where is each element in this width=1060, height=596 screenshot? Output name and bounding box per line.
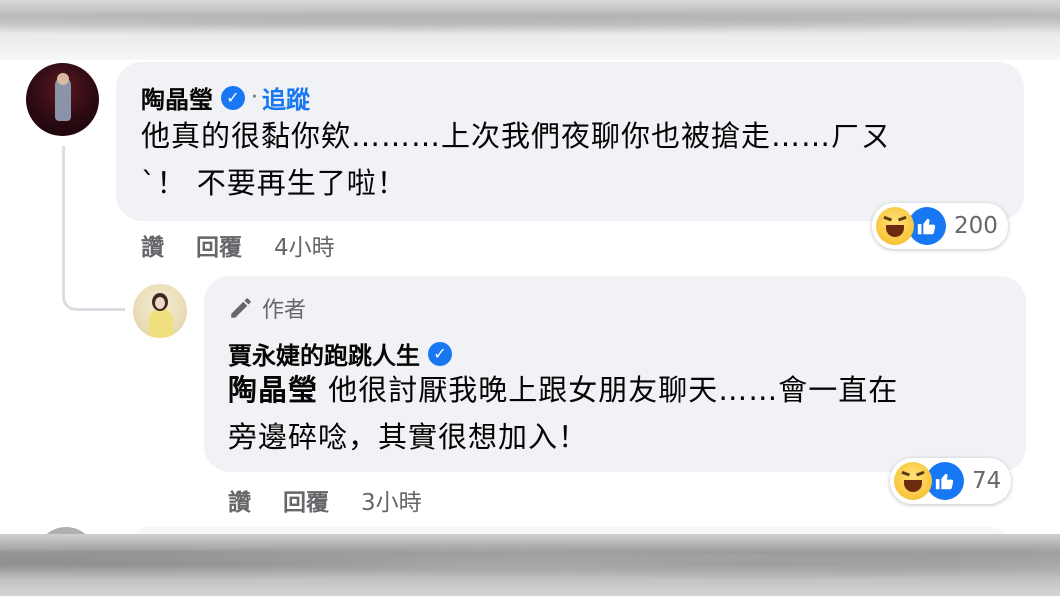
reaction-count: 200 [954, 213, 998, 239]
comment-header: 賈永婕的跑跳人生 ✓ [228, 336, 452, 371]
comment-text-line: ˋ！ 不要再生了啦！ [141, 166, 407, 200]
timestamp[interactable]: 4小時 [274, 228, 335, 262]
comment-text-line: 陶晶瑩 他很討厭我晚上跟女朋友聊天……會一直在 [228, 367, 898, 414]
comment-text-segment: 他很討厭我晚上跟女朋友聊天……會一直在 [318, 373, 899, 407]
mention-link[interactable]: 陶晶瑩 [228, 373, 318, 407]
author-badge: 作者 [228, 292, 306, 324]
commenter-name[interactable]: 賈永婕的跑跳人生 [228, 336, 420, 371]
comment-text-line: 旁邊碎唸，其實很想加入！ [228, 420, 589, 454]
pencil-icon [231, 298, 251, 318]
reaction-count: 74 [972, 468, 1002, 494]
separator-dot: · [251, 85, 258, 110]
comment-header: 陶晶瑩 ✓ · 追蹤 [141, 80, 310, 115]
avatar-face [155, 297, 165, 309]
avatar-head [57, 73, 69, 85]
comment-actions: 讚 回覆 3小時 [228, 483, 422, 517]
blurred-bottom-border [0, 534, 1060, 596]
comment-text: 他真的很黏你欸………上次我們夜聊你也被搶走……ㄏㄡ ˋ！ 不要再生了啦！ [141, 113, 891, 207]
follow-link[interactable]: 追蹤 [262, 80, 310, 115]
haha-icon [894, 462, 932, 500]
like-button[interactable]: 讚 [141, 228, 164, 262]
blurred-top-border [0, 0, 1060, 60]
avatar[interactable] [133, 284, 187, 338]
author-badge-label: 作者 [262, 298, 307, 323]
commenter-name[interactable]: 陶晶瑩 [141, 80, 213, 115]
like-button[interactable]: 讚 [228, 483, 251, 517]
haha-icon [876, 207, 914, 245]
avatar-figure [149, 308, 173, 338]
verified-badge-icon: ✓ [428, 341, 452, 366]
comment-text: 陶晶瑩 他很討厭我晚上跟女朋友聊天……會一直在 旁邊碎唸，其實很想加入！ [228, 367, 898, 461]
avatar[interactable] [26, 63, 99, 136]
comment-actions: 讚 回覆 4小時 [141, 228, 335, 262]
reply-button[interactable]: 回覆 [196, 228, 242, 262]
timestamp[interactable]: 3小時 [361, 483, 422, 517]
reply-button[interactable]: 回覆 [283, 483, 329, 517]
verified-badge-icon: ✓ [221, 85, 245, 110]
comment-text-line: 他真的很黏你欸………上次我們夜聊你也被搶走……ㄏㄡ [141, 119, 892, 153]
reaction-summary[interactable]: 200 [872, 203, 1008, 249]
reaction-summary[interactable]: 74 [890, 458, 1012, 504]
